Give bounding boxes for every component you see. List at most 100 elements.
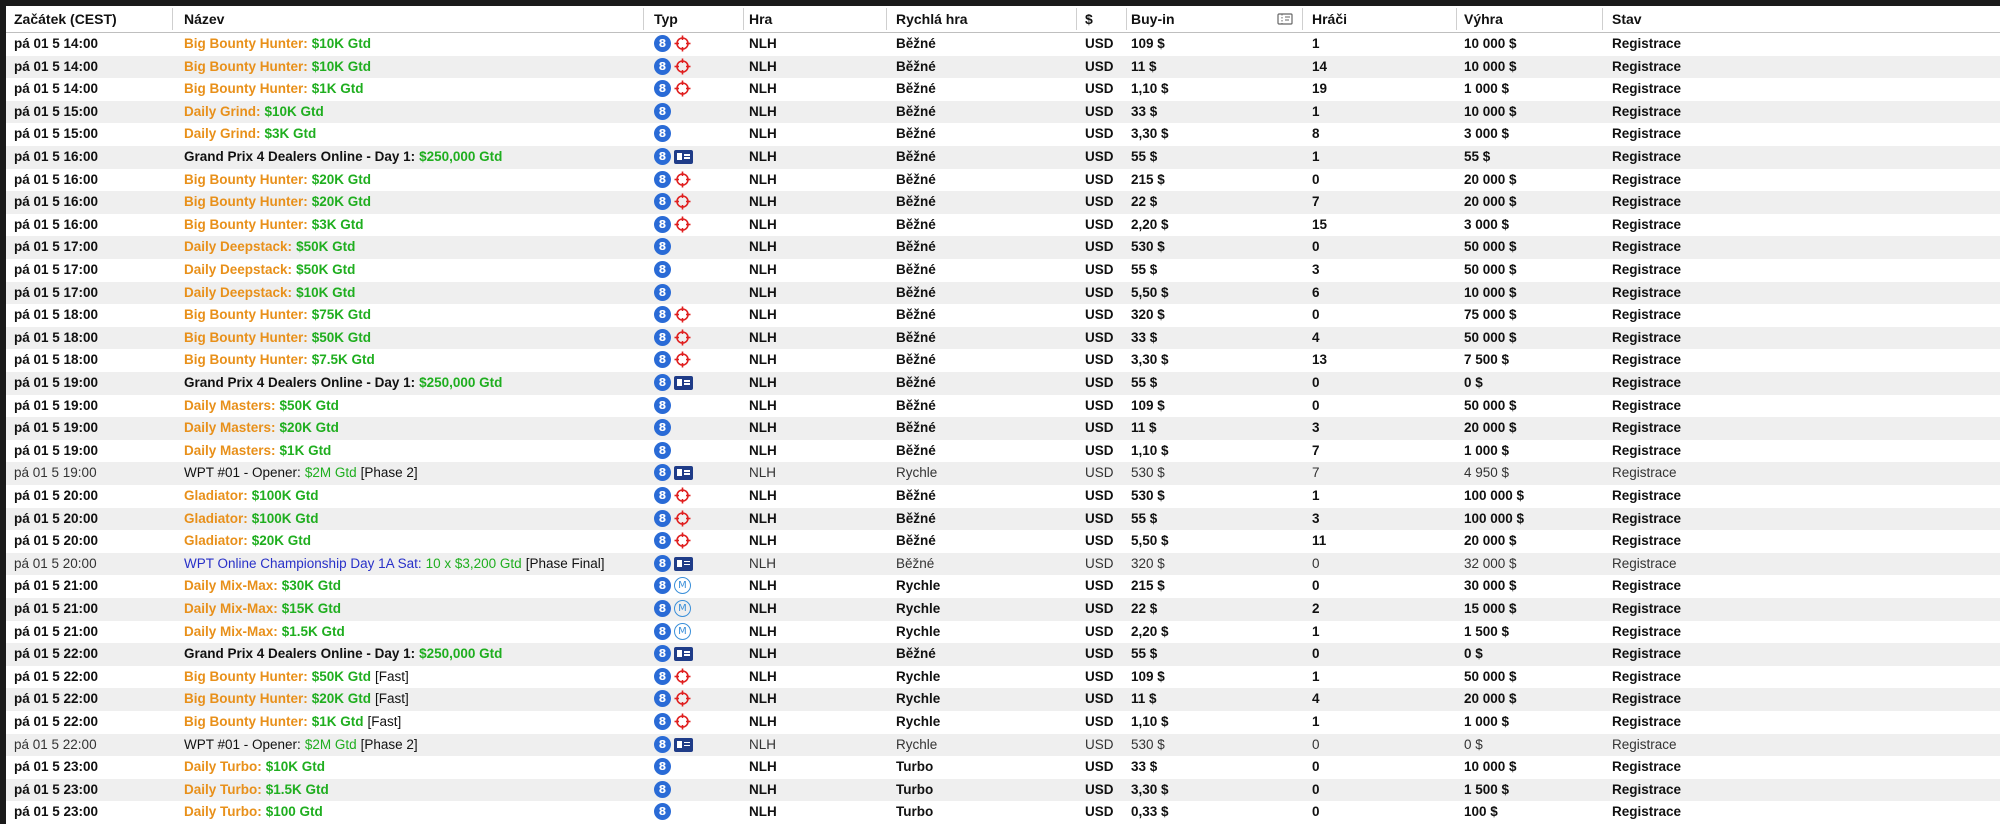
column-separator[interactable] — [743, 8, 744, 30]
tournament-name[interactable]: Daily Deepstack: $10K Gtd — [184, 282, 355, 305]
tournament-name-prefix: Big Bounty Hunter: — [184, 352, 308, 368]
ticket-icon[interactable] — [1277, 13, 1293, 25]
tournament-guarantee: $1K Gtd — [311, 714, 364, 729]
column-separator[interactable] — [886, 8, 887, 30]
tournament-name[interactable]: Big Bounty Hunter: $50K Gtd — [184, 327, 371, 350]
column-header-speed[interactable]: Rychlá hra — [896, 6, 968, 32]
table-row[interactable]: pá 01 5 19:00 Daily Masters: $20K Gtd 8 NLH B… — [6, 417, 2000, 440]
registration-status: Registrace — [1612, 668, 1682, 684]
table-row[interactable]: pá 01 5 19:00 Daily Masters: $50K Gtd 8 NLH B… — [6, 395, 2000, 418]
tournament-name[interactable]: Daily Grind: $3K Gtd — [184, 123, 316, 146]
tournament-name[interactable]: Daily Mix-Max: $1.5K Gtd — [184, 621, 345, 644]
tournament-name[interactable]: Grand Prix 4 Dealers Online - Day 1: $250… — [184, 372, 502, 395]
tournament-name[interactable]: Grand Prix 4 Dealers Online - Day 1: $250… — [184, 643, 502, 666]
tournament-name[interactable]: Big Bounty Hunter: $20K Gtd — [184, 191, 371, 214]
tournament-name[interactable]: Daily Grind: $10K Gtd — [184, 101, 324, 124]
tournament-name[interactable]: Big Bounty Hunter: $20K Gtd — [184, 169, 371, 192]
tournament-name[interactable]: Gladiator: $100K Gtd — [184, 485, 319, 508]
table-row[interactable]: pá 01 5 15:00 Daily Grind: $3K Gtd 8 NLH Běžn… — [6, 123, 2000, 146]
table-row[interactable]: pá 01 5 21:00 Daily Mix-Max: $30K Gtd 8 M NLH… — [6, 575, 2000, 598]
tournament-name[interactable]: Big Bounty Hunter: $75K Gtd — [184, 304, 371, 327]
table-row[interactable]: pá 01 5 20:00 Gladiator: $100K Gtd 8 NLH Běžn… — [6, 485, 2000, 508]
table-row[interactable]: pá 01 5 18:00 Big Bounty Hunter: $7.5K Gtd… — [6, 349, 2000, 372]
column-separator[interactable] — [1302, 8, 1303, 30]
player-count: 1 — [1312, 668, 1320, 684]
table-row[interactable]: pá 01 5 14:00 Big Bounty Hunter: $10K Gtd 8… — [6, 55, 2000, 79]
tournament-name[interactable]: Daily Masters: $20K Gtd — [184, 417, 339, 440]
table-row[interactable]: pá 01 5 22:00 Big Bounty Hunter: $50K Gtd[… — [6, 666, 2000, 689]
table-row[interactable]: pá 01 5 21:00 Daily Mix-Max: $1.5K Gtd 8 M NL… — [6, 621, 2000, 644]
tournament-name[interactable]: Daily Mix-Max: $30K Gtd — [184, 575, 341, 598]
table-row[interactable]: pá 01 5 23:00 Daily Turbo: $1.5K Gtd 8 NLH Tu… — [6, 778, 2000, 802]
game-type: NLH — [749, 691, 777, 707]
table-row[interactable]: pá 01 5 14:00 Big Bounty Hunter: $1K Gtd 8 N… — [6, 78, 2000, 101]
tournament-name[interactable]: Gladiator: $20K Gtd — [184, 530, 311, 553]
column-header-currency[interactable]: $ — [1085, 6, 1093, 32]
tournament-name[interactable]: WPT #01 - Opener: $2M Gtd [Phase 2] — [184, 734, 418, 757]
tournament-name[interactable]: Big Bounty Hunter: $1K Gtd — [184, 78, 364, 101]
table-row[interactable]: pá 01 5 22:00 Big Bounty Hunter: $20K Gtd[… — [6, 688, 2000, 711]
column-header-players[interactable]: Hráči — [1312, 6, 1347, 32]
table-row[interactable]: pá 01 5 16:00 Grand Prix 4 Dealers Online… — [6, 146, 2000, 169]
tournament-name[interactable]: Daily Turbo: $10K Gtd — [184, 756, 325, 779]
table-row[interactable]: pá 01 5 19:00 Daily Masters: $1K Gtd 8 NLH Bě… — [6, 440, 2000, 463]
table-row[interactable]: pá 01 5 16:00 Big Bounty Hunter: $20K Gtd 8… — [6, 191, 2000, 214]
tournament-name[interactable]: Daily Deepstack: $50K Gtd — [184, 259, 355, 282]
column-separator[interactable] — [1456, 8, 1457, 30]
table-row[interactable]: pá 01 5 14:00 Big Bounty Hunter: $10K Gtd 8… — [6, 33, 2000, 56]
tournament-name[interactable]: Big Bounty Hunter: $10K Gtd — [184, 33, 371, 56]
table-row[interactable]: pá 01 5 19:00 Grand Prix 4 Dealers Online… — [6, 372, 2000, 395]
column-separator[interactable] — [172, 8, 173, 30]
table-row[interactable]: pá 01 5 21:00 Daily Mix-Max: $15K Gtd 8 M NLH… — [6, 598, 2000, 621]
prize-pool: 20 000 $ — [1464, 533, 1517, 549]
tournament-name[interactable]: Big Bounty Hunter: $20K Gtd [Fast] — [184, 688, 409, 711]
column-header-name[interactable]: Název — [184, 6, 224, 32]
tournament-name[interactable]: Big Bounty Hunter: $1K Gtd [Fast] — [184, 711, 401, 734]
table-row[interactable]: pá 01 5 20:00 WPT Online Championship Day… — [6, 552, 2000, 576]
tournament-name[interactable]: WPT Online Championship Day 1A Sat: 10 x … — [184, 553, 605, 576]
column-header-buyin[interactable]: Buy-in — [1131, 6, 1175, 32]
table-row[interactable]: pá 01 5 16:00 Big Bounty Hunter: $3K Gtd 8 N… — [6, 214, 2000, 237]
tournament-name[interactable]: Big Bounty Hunter: $10K Gtd — [184, 56, 371, 79]
table-row[interactable]: pá 01 5 17:00 Daily Deepstack: $50K Gtd 8 NL… — [6, 236, 2000, 259]
table-row[interactable]: pá 01 5 18:00 Big Bounty Hunter: $75K Gtd 8… — [6, 304, 2000, 327]
tournament-name[interactable]: Big Bounty Hunter: $3K Gtd — [184, 214, 364, 237]
table-row[interactable]: pá 01 5 23:00 Daily Turbo: $10K Gtd 8 NLH Tur… — [6, 756, 2000, 779]
registration-status: Registrace — [1612, 36, 1682, 51]
column-header-start[interactable]: Začátek (CEST) — [14, 6, 117, 32]
tournament-name[interactable]: Big Bounty Hunter: $7.5K Gtd — [184, 349, 375, 372]
column-header-prize[interactable]: Výhra — [1464, 6, 1503, 32]
table-row[interactable]: pá 01 5 17:00 Daily Deepstack: $50K Gtd 8 NL… — [6, 259, 2000, 282]
tournament-name[interactable]: Daily Turbo: $100 Gtd — [184, 801, 323, 824]
table-row[interactable]: pá 01 5 22:00 Big Bounty Hunter: $1K Gtd [F… — [6, 711, 2000, 734]
table-row[interactable]: pá 01 5 23:00 Daily Turbo: $100 Gtd 8 NLH Tur… — [6, 801, 2000, 824]
tournament-name[interactable]: WPT #01 - Opener: $2M Gtd [Phase 2] — [184, 462, 418, 485]
column-separator[interactable] — [1076, 8, 1077, 30]
start-time: pá 01 5 19:00 — [14, 420, 99, 436]
table-row[interactable]: pá 01 5 15:00 Daily Grind: $10K Gtd 8 NLH Běž… — [6, 100, 2000, 124]
column-separator[interactable] — [643, 8, 644, 30]
tournament-name[interactable]: Daily Masters: $1K Gtd — [184, 440, 331, 463]
table-row[interactable]: pá 01 5 17:00 Daily Deepstack: $10K Gtd 8 NL… — [6, 281, 2000, 305]
table-row[interactable]: pá 01 5 22:00 Grand Prix 4 Dealers Online… — [6, 643, 2000, 666]
column-separator[interactable] — [1126, 8, 1127, 30]
table-row[interactable]: pá 01 5 22:00 WPT #01 - Opener: $2M Gtd [Ph… — [6, 733, 2000, 757]
tournament-type-icons: 8 — [654, 215, 691, 235]
tournament-name[interactable]: Daily Mix-Max: $15K Gtd — [184, 598, 341, 621]
tournament-name[interactable]: Gladiator: $100K Gtd — [184, 508, 319, 531]
table-row[interactable]: pá 01 5 16:00 Big Bounty Hunter: $20K Gtd 8… — [6, 169, 2000, 192]
table-row[interactable]: pá 01 5 18:00 Big Bounty Hunter: $50K Gtd 8… — [6, 326, 2000, 350]
column-header-type[interactable]: Typ — [654, 6, 678, 32]
tournament-name[interactable]: Daily Masters: $50K Gtd — [184, 395, 339, 418]
tournament-name[interactable]: Big Bounty Hunter: $50K Gtd [Fast] — [184, 666, 409, 689]
player-count: 7 — [1312, 194, 1320, 210]
column-header-game[interactable]: Hra — [749, 6, 772, 32]
column-header-status[interactable]: Stav — [1612, 6, 1642, 32]
tournament-name[interactable]: Daily Deepstack: $50K Gtd — [184, 236, 355, 259]
table-row[interactable]: pá 01 5 20:00 Gladiator: $20K Gtd 8 NLH Běžné… — [6, 530, 2000, 553]
tournament-name[interactable]: Grand Prix 4 Dealers Online - Day 1: $250… — [184, 146, 502, 169]
table-row[interactable]: pá 01 5 20:00 Gladiator: $100K Gtd 8 NLH Běžn… — [6, 507, 2000, 531]
tournament-name[interactable]: Daily Turbo: $1.5K Gtd — [184, 779, 329, 802]
table-row[interactable]: pá 01 5 19:00 WPT #01 - Opener: $2M Gtd [Ph… — [6, 462, 2000, 485]
column-separator[interactable] — [1602, 8, 1603, 30]
